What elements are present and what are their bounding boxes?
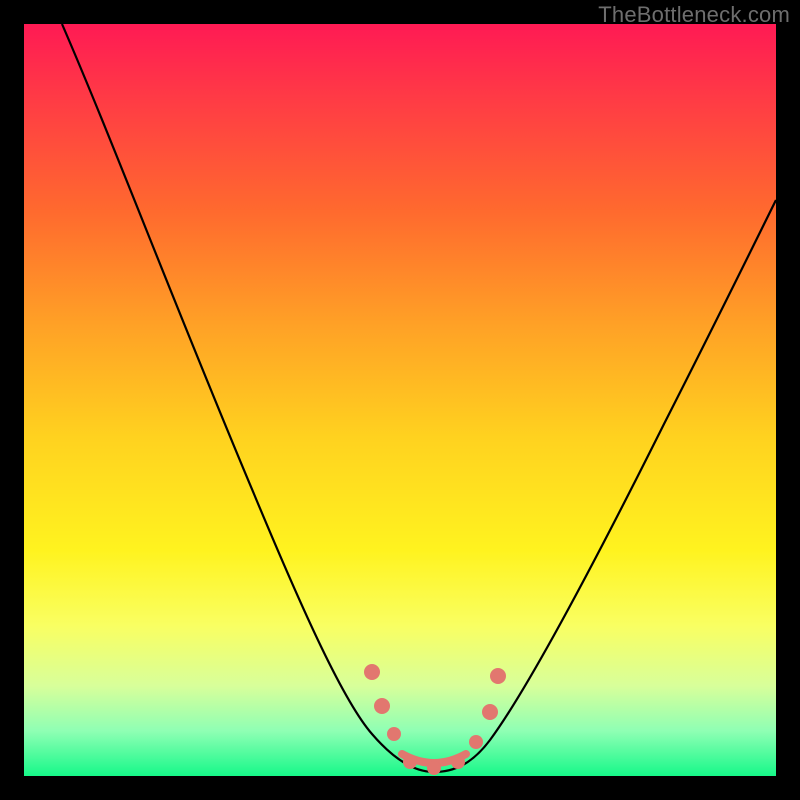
marker-dot bbox=[482, 704, 498, 720]
marker-dot bbox=[490, 668, 506, 684]
chart-frame: TheBottleneck.com bbox=[0, 0, 800, 800]
bottleneck-curve bbox=[62, 24, 776, 772]
marker-cluster bbox=[364, 664, 506, 775]
marker-dot bbox=[427, 761, 441, 775]
marker-dot bbox=[364, 664, 380, 680]
marker-dot bbox=[451, 755, 465, 769]
marker-dot bbox=[403, 755, 417, 769]
plot-area bbox=[24, 24, 776, 776]
watermark-text: TheBottleneck.com bbox=[598, 2, 790, 28]
marker-dot bbox=[387, 727, 401, 741]
curve-svg bbox=[24, 24, 776, 776]
marker-dot bbox=[469, 735, 483, 749]
marker-dot bbox=[374, 698, 390, 714]
